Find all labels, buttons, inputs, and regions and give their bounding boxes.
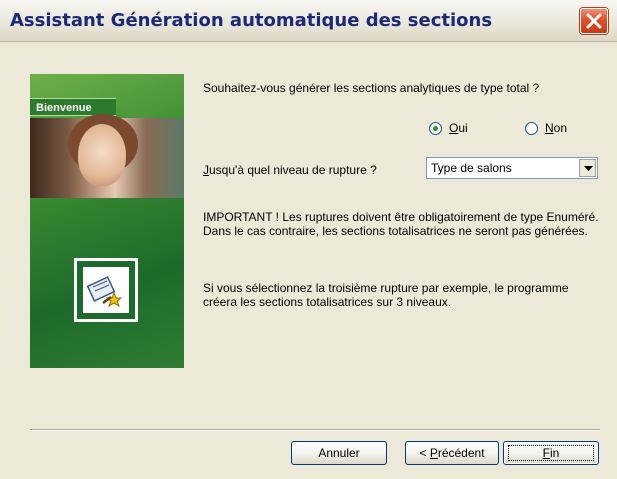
- example-note: Si vous sélectionnez la troisième ruptur…: [203, 281, 569, 309]
- button-separator: [30, 429, 600, 431]
- level-select-value: Type de salons: [431, 161, 512, 175]
- radio-oui-label[interactable]: Oui: [449, 121, 468, 135]
- previous-button[interactable]: < Précédent: [405, 441, 499, 465]
- magic-wand-icon: [86, 276, 123, 308]
- radio-non-label[interactable]: Non: [545, 121, 567, 135]
- cancel-button[interactable]: Annuler: [291, 441, 387, 465]
- wizard-side-image: Bienvenue: [30, 74, 184, 368]
- window-title: Assistant Génération automatique des sec…: [10, 10, 493, 31]
- level-label: Jusqu'à quel niveau de rupture ?: [203, 163, 377, 177]
- radio-oui-dot: [433, 126, 438, 131]
- wizard-icon-frame: [74, 258, 138, 322]
- focus-ring: [508, 445, 594, 461]
- important-note: IMPORTANT ! Les ruptures doivent être ob…: [203, 210, 599, 238]
- radio-oui[interactable]: [429, 122, 442, 135]
- wizard-icon: [83, 267, 129, 313]
- title-bar: Assistant Génération automatique des sec…: [0, 0, 617, 42]
- question-label: Souhaitez-vous générer les sections anal…: [203, 81, 540, 95]
- welcome-photo: [30, 114, 184, 198]
- finish-button[interactable]: Fin: [503, 441, 599, 465]
- level-select[interactable]: Type de salons: [426, 157, 598, 179]
- radio-non[interactable]: [525, 122, 538, 135]
- photo-face: [78, 124, 126, 186]
- dropdown-button[interactable]: [579, 159, 596, 177]
- chevron-down-icon: [584, 166, 593, 171]
- close-icon: [586, 13, 602, 29]
- close-button[interactable]: [580, 8, 608, 34]
